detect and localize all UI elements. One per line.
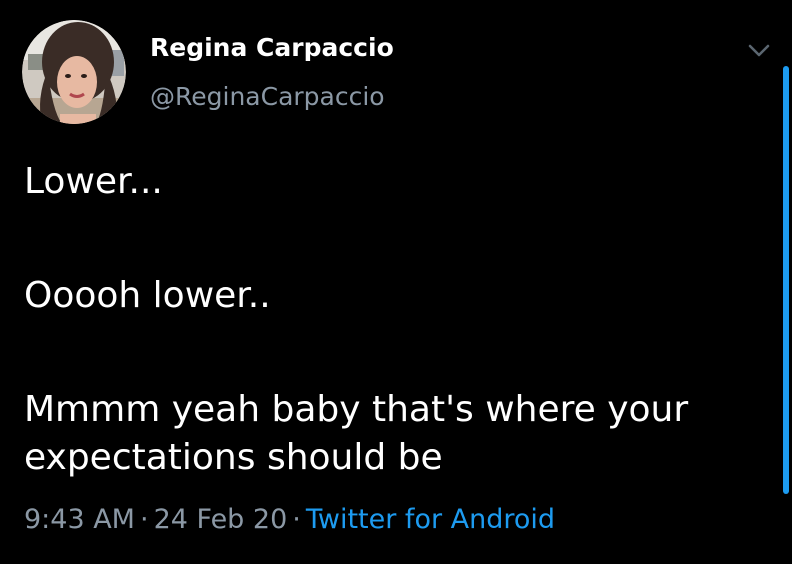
tweet-source-link[interactable]: Twitter for Android (306, 504, 555, 535)
tweet-card: Regina Carpaccio @ReginaCarpaccio Lower.… (0, 0, 792, 564)
author-display-name[interactable]: Regina Carpaccio (150, 32, 394, 64)
tweet-metadata: 9:43 AM · 24 Feb 20 · Twitter for Android (24, 502, 555, 538)
tweet-paragraph: Lower... (24, 161, 163, 202)
chevron-down-icon[interactable] (744, 36, 774, 64)
avatar[interactable] (22, 20, 126, 124)
separator-dot: · (292, 504, 301, 535)
avatar-image (22, 20, 126, 124)
tweet-paragraph: Mmmm yeah baby that's where your expecta… (24, 389, 689, 478)
author-handle[interactable]: @ReginaCarpaccio (150, 80, 385, 114)
tweet-text: Lower... Ooooh lower.. Mmmm yeah baby th… (24, 158, 769, 482)
tweet-date[interactable]: 24 Feb 20 (154, 504, 288, 535)
separator-dot: · (139, 504, 149, 535)
scrollbar[interactable] (783, 66, 789, 494)
tweet-time[interactable]: 9:43 AM (24, 504, 135, 535)
tweet-paragraph: Ooooh lower.. (24, 275, 271, 316)
